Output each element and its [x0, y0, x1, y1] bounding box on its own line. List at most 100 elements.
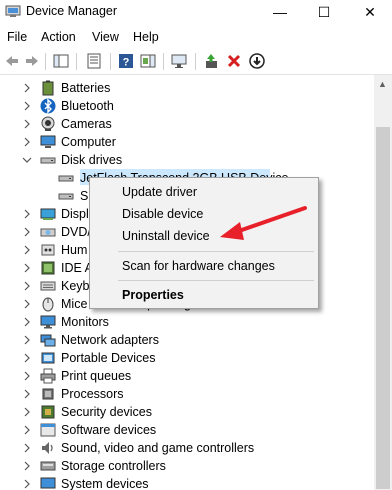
uninstall-x-icon[interactable] — [226, 53, 242, 69]
chevron-right-icon[interactable] — [22, 441, 32, 455]
chevron-right-icon[interactable] — [22, 369, 32, 383]
menu-item-label: Properties — [122, 288, 184, 302]
title-bar: Device Manager — ☐ ✕ — [0, 0, 392, 24]
tree-item-sound-video-game[interactable]: Sound, video and game controllers — [0, 439, 373, 457]
chevron-right-icon[interactable] — [22, 351, 32, 365]
tree-item-monitors[interactable]: Monitors — [0, 313, 373, 331]
tree-item-network-adapters[interactable]: Network adapters — [0, 331, 373, 349]
menu-view[interactable]: View — [92, 30, 119, 44]
chevron-right-icon[interactable] — [22, 405, 32, 419]
minimize-button[interactable]: — — [258, 0, 302, 24]
ide-controller-icon — [41, 261, 55, 275]
tree-item-label: Displ — [61, 207, 89, 221]
forward-arrow-icon[interactable] — [24, 53, 40, 69]
tree-item-storage-controllers[interactable]: Storage controllers — [0, 457, 373, 475]
chevron-right-icon[interactable] — [22, 99, 32, 113]
software-device-icon — [40, 423, 56, 437]
chevron-right-icon[interactable] — [22, 423, 32, 437]
chevron-right-icon[interactable] — [22, 261, 32, 275]
chevron-right-icon[interactable] — [22, 243, 32, 257]
back-arrow-icon[interactable] — [4, 53, 20, 69]
tree-item-batteries[interactable]: Batteries — [0, 79, 373, 97]
menu-help[interactable]: Help — [133, 30, 159, 44]
display-adapter-icon — [40, 208, 56, 220]
menu-item-label: Update driver — [122, 185, 198, 199]
chevron-right-icon[interactable] — [22, 135, 32, 149]
tree-item-bluetooth[interactable]: Bluetooth — [0, 97, 373, 115]
menu-item-label: Scan for hardware changes — [122, 259, 275, 273]
update-driver-menu-item[interactable]: Update driver — [90, 181, 318, 203]
chevron-right-icon[interactable] — [22, 333, 32, 347]
speaker-icon — [42, 442, 53, 454]
scrollbar-thumb[interactable] — [376, 127, 390, 489]
menu-item-label: Uninstall device — [122, 229, 210, 243]
disable-device-menu-item[interactable]: Disable device — [90, 203, 318, 225]
scan-hardware-icon[interactable] — [171, 53, 187, 69]
svg-text:?: ? — [123, 57, 130, 69]
menu-separator — [118, 251, 314, 252]
menu-file[interactable]: File — [7, 30, 27, 44]
toolbar-separator — [76, 53, 77, 70]
context-menu: Update driver Disable device Uninstall d… — [89, 177, 319, 309]
tree-item-label: DVD/ — [61, 225, 91, 239]
chevron-right-icon[interactable] — [22, 387, 32, 401]
computer-icon — [40, 135, 56, 148]
chevron-right-icon[interactable] — [22, 279, 32, 293]
battery-icon — [42, 80, 54, 96]
tree-item-disk-drives[interactable]: Disk drives — [0, 151, 373, 169]
menu-separator — [118, 280, 314, 281]
tree-item-software-devices[interactable]: Software devices — [0, 421, 373, 439]
chevron-right-icon[interactable] — [22, 297, 32, 311]
action-pane-icon[interactable] — [140, 53, 156, 69]
tree-item-label: Cameras — [61, 117, 112, 131]
enable-device-icon[interactable] — [249, 53, 265, 69]
camera-icon — [41, 116, 55, 131]
help-icon[interactable]: ? — [118, 53, 134, 69]
disk-drive-icon — [58, 175, 74, 182]
network-adapter-icon — [40, 334, 56, 347]
chevron-right-icon[interactable] — [22, 477, 32, 490]
update-driver-icon[interactable] — [203, 53, 219, 69]
menu-bar: File Action View Help — [0, 27, 392, 47]
uninstall-device-menu-item[interactable]: Uninstall device — [90, 225, 318, 247]
properties-menu-item[interactable]: Properties — [90, 284, 318, 306]
processor-icon — [42, 388, 54, 400]
tree-item-label: Keyb — [61, 279, 90, 293]
chevron-right-icon[interactable] — [22, 117, 32, 131]
chevron-right-icon[interactable] — [22, 225, 32, 239]
disk-drive-icon — [58, 193, 74, 200]
toolbar-separator — [163, 53, 164, 70]
vertical-scrollbar[interactable]: ▲ — [374, 75, 392, 490]
disk-drive-icon — [40, 157, 56, 164]
device-manager-icon — [5, 5, 21, 17]
tree-item-processors[interactable]: Processors — [0, 385, 373, 403]
tree-item-system-devices[interactable]: System devices — [0, 475, 373, 490]
show-hide-console-tree-icon[interactable] — [53, 53, 69, 69]
scan-hardware-menu-item[interactable]: Scan for hardware changes — [90, 255, 318, 277]
tree-item-label: Software devices — [61, 423, 157, 437]
chevron-right-icon[interactable] — [22, 207, 32, 221]
tree-item-computer[interactable]: Computer — [0, 133, 373, 151]
menu-action[interactable]: Action — [41, 30, 76, 44]
tree-item-label: Portable Devices — [61, 351, 156, 365]
monitor-icon — [40, 315, 56, 329]
window-title: Device Manager — [26, 4, 118, 18]
bluetooth-icon — [40, 98, 56, 114]
tree-item-print-queues[interactable]: Print queues — [0, 367, 373, 385]
tree-item-cameras[interactable]: Cameras — [0, 115, 373, 133]
properties-icon[interactable] — [86, 53, 102, 69]
tree-item-label: Batteries — [61, 81, 111, 95]
tree-item-label: System devices — [61, 477, 149, 490]
tree-item-portable-devices[interactable]: Portable Devices — [0, 349, 373, 367]
chevron-right-icon[interactable] — [22, 315, 32, 329]
toolbar-separator — [45, 53, 46, 70]
close-window-button[interactable]: ✕ — [348, 0, 392, 24]
chevron-right-icon[interactable] — [22, 459, 32, 473]
chevron-down-icon[interactable] — [22, 153, 32, 167]
tree-item-security-devices[interactable]: Security devices — [0, 403, 373, 421]
scroll-up-icon[interactable]: ▲ — [378, 79, 387, 89]
maximize-button[interactable]: ☐ — [302, 0, 346, 24]
keyboard-icon — [40, 281, 56, 291]
human-interface-device-icon — [41, 244, 55, 256]
chevron-right-icon[interactable] — [22, 81, 32, 95]
